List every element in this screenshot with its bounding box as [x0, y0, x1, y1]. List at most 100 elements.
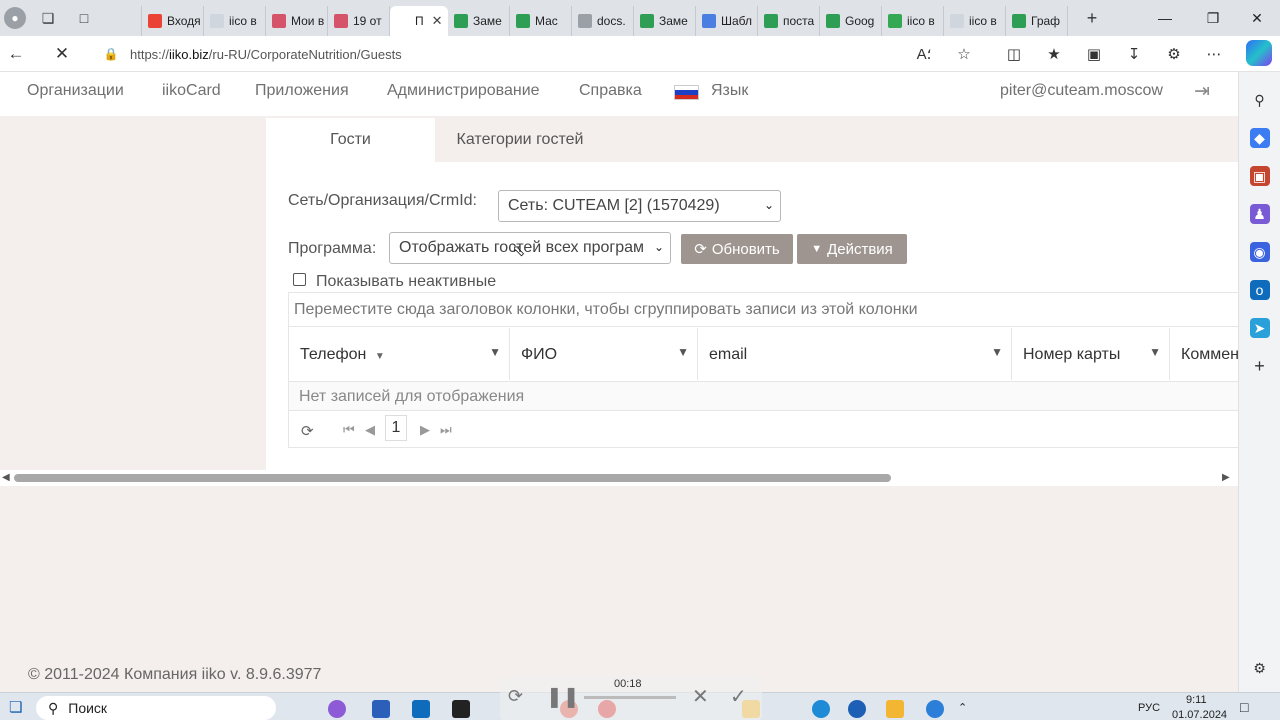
- column-header-phone[interactable]: Телефон ▼ ▼: [289, 328, 510, 380]
- tray-date[interactable]: 01.07.2024: [1172, 709, 1227, 720]
- horizontal-scrollbar[interactable]: ◀ ▶: [0, 470, 1238, 486]
- outlook-icon[interactable]: o: [1249, 280, 1270, 300]
- tab-guest-categories[interactable]: Категории гостей: [435, 118, 605, 162]
- edge-icon[interactable]: [812, 700, 830, 718]
- help-icon[interactable]: [926, 700, 944, 718]
- collections-icon[interactable]: ▣: [1074, 45, 1114, 63]
- notifications-icon[interactable]: □: [1240, 699, 1248, 715]
- menu-organizations[interactable]: Организации: [27, 82, 124, 100]
- pause-icon[interactable]: ❚❚: [546, 684, 580, 709]
- pager-first-icon[interactable]: ⏮: [343, 422, 355, 438]
- back-icon[interactable]: ←: [0, 38, 32, 70]
- filter-icon[interactable]: ▼: [489, 345, 501, 359]
- column-header-card-number[interactable]: Номер карты ▼: [1012, 328, 1170, 380]
- add-sidebar-app-icon[interactable]: +: [1250, 356, 1270, 376]
- browser-tab[interactable]: поста: [758, 6, 820, 36]
- column-header-email[interactable]: email ▼: [698, 328, 1012, 380]
- word-icon[interactable]: [372, 700, 390, 718]
- app-icon[interactable]: [328, 700, 346, 718]
- games-icon[interactable]: ♟: [1249, 204, 1270, 224]
- tab-actions-icon[interactable]: □: [70, 4, 98, 32]
- menu-help[interactable]: Справка: [579, 82, 642, 100]
- telegram-icon[interactable]: ➤: [1249, 318, 1270, 338]
- filter-icon[interactable]: ▼: [677, 345, 689, 359]
- sidebar-settings-icon[interactable]: ⚙: [1250, 658, 1270, 678]
- network-select[interactable]: Сеть: CUTEAM [2] (1570429) ⌄: [498, 190, 781, 222]
- browser-tab[interactable]: iico в: [944, 6, 1006, 36]
- more-menu-icon[interactable]: ⋯: [1194, 45, 1234, 63]
- browser-tab[interactable]: iico в: [882, 6, 944, 36]
- logout-icon[interactable]: ⇥: [1194, 80, 1210, 103]
- minimize-icon[interactable]: —: [1142, 0, 1188, 36]
- browser-tab[interactable]: iico в: [204, 6, 266, 36]
- program-select[interactable]: Отображать гостей всех програм ⌄: [389, 232, 671, 264]
- replay-icon[interactable]: ⟳: [508, 686, 523, 707]
- tray-chevron-icon[interactable]: ⌃: [958, 701, 967, 714]
- russian-flag-icon[interactable]: [674, 85, 699, 100]
- favorites-icon[interactable]: ★: [1034, 45, 1074, 63]
- user-email[interactable]: piter@cuteam.moscow: [1000, 82, 1163, 100]
- downloads-icon[interactable]: ↧: [1114, 45, 1154, 63]
- read-aloud-icon[interactable]: A؛: [904, 45, 944, 63]
- close-window-icon[interactable]: ✕: [1234, 0, 1280, 36]
- windows-start-icon[interactable]: ❏: [9, 698, 22, 716]
- copilot-icon[interactable]: [1246, 40, 1272, 66]
- scroll-right-icon[interactable]: ▶: [1222, 472, 1230, 483]
- menu-iikocard[interactable]: iikoCard: [162, 82, 221, 100]
- tray-language[interactable]: РУС: [1138, 702, 1160, 714]
- taskbar-search[interactable]: ⚲ Поиск: [36, 696, 276, 720]
- extensions-icon[interactable]: ⚙: [1154, 45, 1194, 63]
- scrollbar-thumb[interactable]: [14, 474, 891, 482]
- split-screen-icon[interactable]: ◫: [994, 45, 1034, 63]
- show-inactive-checkbox[interactable]: [293, 273, 306, 286]
- outlook-icon[interactable]: [412, 700, 430, 718]
- filter-icon[interactable]: ▼: [991, 345, 1003, 359]
- hp-icon[interactable]: [848, 700, 866, 718]
- refresh-button[interactable]: ⟳ Обновить: [681, 234, 793, 264]
- check-icon[interactable]: ✓: [730, 684, 747, 709]
- pager-last-icon[interactable]: ⏭: [440, 422, 452, 438]
- pager-prev-icon[interactable]: ◀: [365, 422, 375, 438]
- tools-icon[interactable]: ▣: [1249, 166, 1270, 186]
- url-field[interactable]: 🔒 https://iiko.biz/ru-RU/CorporateNutrit…: [92, 40, 982, 68]
- menu-administration[interactable]: Администрирование: [387, 82, 540, 100]
- menu-applications[interactable]: Приложения: [255, 82, 349, 100]
- browser-tab[interactable]: docs.: [572, 6, 634, 36]
- pager-current-page[interactable]: 1: [385, 415, 407, 441]
- browser-tab[interactable]: П ✕: [390, 6, 448, 36]
- grouping-drop-area[interactable]: Переместите сюда заголовок колонки, чтоб…: [289, 293, 1239, 327]
- filter-icon[interactable]: ▼: [1149, 345, 1161, 359]
- new-tab-icon[interactable]: +: [1078, 8, 1106, 29]
- shopping-tag-icon[interactable]: ◆: [1249, 128, 1270, 148]
- pager-next-icon[interactable]: ▶: [420, 422, 430, 438]
- favorite-star-icon[interactable]: ☆: [944, 45, 984, 63]
- pager-refresh-icon[interactable]: ⟳: [301, 422, 314, 440]
- browser-tab[interactable]: Заме: [448, 6, 510, 36]
- amazon-icon[interactable]: [452, 700, 470, 718]
- profile-icon[interactable]: ●: [4, 7, 26, 29]
- scroll-left-icon[interactable]: ◀: [2, 472, 10, 483]
- menu-language[interactable]: Язык: [711, 82, 748, 100]
- browser-tab[interactable]: Мас: [510, 6, 572, 36]
- column-header-fullname[interactable]: ФИО ▼: [510, 328, 698, 380]
- lock-icon[interactable]: 🔒: [100, 47, 122, 61]
- video-progress-bar[interactable]: [584, 696, 676, 699]
- column-header-comment[interactable]: Коммен: [1170, 328, 1239, 380]
- browser-tab[interactable]: Граф: [1006, 6, 1068, 36]
- tray-time[interactable]: 9:11: [1186, 694, 1207, 706]
- actions-button[interactable]: ▼ Действия: [797, 234, 907, 264]
- tab-guests[interactable]: Гости: [266, 118, 435, 162]
- close-icon[interactable]: ✕: [692, 684, 709, 709]
- browser-tab[interactable]: Входя: [142, 6, 204, 36]
- browser-tab[interactable]: Заме: [634, 6, 696, 36]
- browser-tab[interactable]: Шабл: [696, 6, 758, 36]
- sort-desc-icon[interactable]: ▼: [375, 351, 385, 362]
- browser-tab[interactable]: Goog: [820, 6, 882, 36]
- stop-loading-icon[interactable]: ✕: [46, 38, 78, 70]
- microsoft365-icon[interactable]: ◉: [1249, 242, 1270, 262]
- browser-tab[interactable]: 19 от: [328, 6, 390, 36]
- workspaces-icon[interactable]: ❏: [34, 4, 62, 32]
- close-tab-icon[interactable]: ✕: [432, 13, 443, 29]
- browser-tab[interactable]: Мои в: [266, 6, 328, 36]
- onec-icon[interactable]: [886, 700, 904, 718]
